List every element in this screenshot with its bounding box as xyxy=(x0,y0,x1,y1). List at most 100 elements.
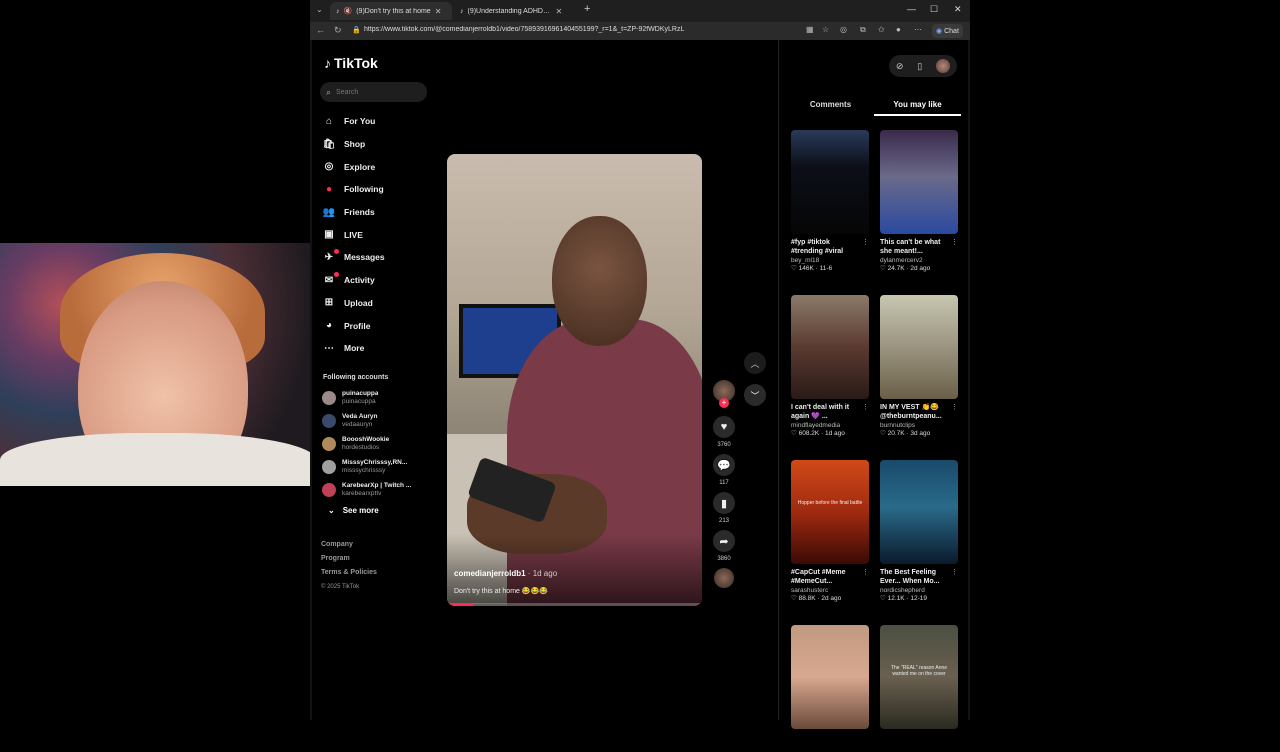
footer-link-company[interactable]: Company xyxy=(321,538,377,552)
card-title[interactable]: I can't deal with it again 💜 ... xyxy=(791,403,869,421)
card-title[interactable]: This can't be what she meant!... xyxy=(880,238,958,256)
more-options-icon[interactable]: ⋮ xyxy=(951,238,958,246)
menu-dots-icon[interactable]: ⋯ xyxy=(914,25,922,34)
save-button[interactable]: ▮ xyxy=(713,492,735,514)
video-author[interactable]: comedianjerroldb1 · 1d ago xyxy=(454,569,557,578)
card-title[interactable]: IN MY VEST 👏😂 @theburntpeanu... xyxy=(880,403,958,421)
video-thumbnail[interactable] xyxy=(791,130,869,234)
video-thumbnail[interactable]: The "REAL" reason Anne wanted me on the … xyxy=(880,625,958,729)
more-options-icon[interactable]: ⋮ xyxy=(951,403,958,411)
sidebar-item-more[interactable]: ⋯ More xyxy=(322,337,442,360)
sound-disc-icon[interactable] xyxy=(714,568,734,588)
tab-dont-try[interactable]: ♪ 🔇 (9)Don't try this at home ✕ xyxy=(330,2,452,20)
more-options-icon[interactable]: ⋮ xyxy=(862,568,869,576)
card-title[interactable]: The Best Feeling Ever... When Mo... xyxy=(880,568,958,586)
card-title[interactable] xyxy=(880,733,958,751)
tiktok-logo[interactable]: ♪ TikTok xyxy=(324,55,378,71)
apps-icon[interactable]: ▦ xyxy=(806,25,814,34)
footer-link-terms[interactable]: Terms & Policies xyxy=(321,566,377,580)
recommended-video-card[interactable]: The "REAL" reason Anne wanted me on the … xyxy=(880,625,958,752)
previous-video-button[interactable]: ︿ xyxy=(744,352,766,374)
recommended-video-card[interactable]: #fyp #tiktok #trending #viral ⋮ bey_ml18 ♡ … xyxy=(791,130,869,272)
video-progress-bar[interactable] xyxy=(447,603,702,606)
maximize-icon[interactable]: ☐ xyxy=(930,4,938,15)
next-video-button[interactable]: ﹀ xyxy=(744,384,766,406)
sidebar-item-activity[interactable]: ✉ Activity xyxy=(322,269,442,292)
comment-button[interactable]: 💬 xyxy=(713,454,735,476)
sidebar-item-live[interactable]: ▣ LIVE xyxy=(322,223,442,246)
like-button[interactable]: ♥ xyxy=(713,416,735,438)
tab-understanding-adhd[interactable]: ♪ (9)Understanding ADHD with Hum ✕ xyxy=(454,2,574,20)
device-icon[interactable]: ▯ xyxy=(917,61,922,72)
extension-icon[interactable]: ◎ xyxy=(840,25,847,34)
account-username: puinacuppa xyxy=(342,397,376,405)
sidebar-item-profile[interactable]: ◕ Profile xyxy=(322,314,442,337)
card-author[interactable]: dylanmercerv2 xyxy=(880,257,958,264)
new-tab-icon[interactable]: + xyxy=(584,3,590,15)
get-coins-icon[interactable]: ⊘ xyxy=(896,61,904,72)
profile-avatar-icon[interactable]: ● xyxy=(896,25,901,34)
more-options-icon[interactable]: ⋮ xyxy=(862,403,869,411)
following-account[interactable]: KarebearXp | Twitch ... karebearxpttv xyxy=(322,478,430,501)
card-author[interactable]: mindflayedmedia xyxy=(791,422,869,429)
recommended-video-card[interactable]: I can't deal with it again 💜 ... ⋮ mindfla… xyxy=(791,295,869,437)
video-thumbnail[interactable]: Hopper before the final battle xyxy=(791,460,869,564)
recommended-video-card[interactable]: The Best Feeling Ever... When Mo... ⋮ nord… xyxy=(880,460,958,602)
sidebar-item-messages[interactable]: ✈ Messages xyxy=(322,246,442,269)
card-author[interactable]: burnnutclips xyxy=(880,422,958,429)
card-author[interactable]: bey_ml18 xyxy=(791,257,869,264)
following-account[interactable]: MisssyChrisssy,RN... misssychrisssy xyxy=(322,455,430,478)
avatar xyxy=(322,436,336,451)
search-input[interactable]: ⌕ Search xyxy=(320,82,427,102)
favorite-star-icon[interactable]: ☆ xyxy=(822,25,829,34)
following-account[interactable]: puinacuppa puinacuppa xyxy=(322,386,430,409)
url-field[interactable]: https://www.tiktok.com/@comedianjerroldb… xyxy=(364,26,804,33)
see-more-button[interactable]: ⌄ See more xyxy=(328,506,379,515)
mute-icon[interactable]: 🔇 xyxy=(344,7,353,15)
tab-list-icon[interactable]: ⌄ xyxy=(316,5,323,14)
recommended-video-card[interactable] xyxy=(791,625,869,752)
card-title[interactable]: #CapCut #Meme #MemeCut... xyxy=(791,568,869,586)
share-button[interactable]: ➦ xyxy=(713,530,735,552)
close-tab-icon[interactable]: ✕ xyxy=(556,7,563,16)
more-options-icon[interactable]: ⋮ xyxy=(862,238,869,246)
favorites-icon[interactable]: ✩ xyxy=(878,25,885,34)
card-author[interactable]: nordicshepherd xyxy=(880,587,958,594)
follow-plus-icon[interactable]: + xyxy=(719,398,729,408)
split-screen-icon[interactable]: ⧉ xyxy=(860,25,866,35)
video-thumbnail[interactable] xyxy=(880,295,958,399)
video-player[interactable]: comedianjerroldb1 · 1d ago Don't try thi… xyxy=(447,154,702,606)
following-account[interactable]: Veda Auryn vedaauryn xyxy=(322,409,430,432)
lock-icon[interactable]: 🔒 xyxy=(352,26,361,34)
recommended-video-card[interactable]: This can't be what she meant!... ⋮ dylanme… xyxy=(880,130,958,272)
comment-count: 117 xyxy=(719,480,729,486)
recommended-video-card[interactable]: IN MY VEST 👏😂 @theburntpeanu... ⋮ burnnutc… xyxy=(880,295,958,437)
creator-avatar[interactable]: + xyxy=(713,380,735,408)
sidebar-item-friends[interactable]: 👥 Friends xyxy=(322,201,442,224)
tab-you-may-like[interactable]: You may like xyxy=(874,100,961,116)
minimize-icon[interactable]: — xyxy=(907,4,916,14)
copilot-chat-button[interactable]: ◉ Chat xyxy=(932,24,963,38)
card-title[interactable] xyxy=(791,733,869,751)
sidebar-item-explore[interactable]: ◎ Explore xyxy=(322,155,442,178)
video-thumbnail[interactable] xyxy=(880,460,958,564)
video-thumbnail[interactable] xyxy=(791,295,869,399)
user-avatar[interactable] xyxy=(936,59,951,73)
sidebar-item-for-you[interactable]: ⌂ For You xyxy=(322,110,442,133)
close-tab-icon[interactable]: ✕ xyxy=(435,7,442,16)
tab-comments[interactable]: Comments xyxy=(787,100,874,116)
video-thumbnail[interactable] xyxy=(880,130,958,234)
refresh-icon[interactable]: ↻ xyxy=(334,25,342,36)
card-author[interactable]: sarashusterc xyxy=(791,587,869,594)
more-options-icon[interactable]: ⋮ xyxy=(951,568,958,576)
footer-link-program[interactable]: Program xyxy=(321,552,377,566)
close-window-icon[interactable]: ✕ xyxy=(954,4,962,15)
sidebar-item-following[interactable]: ● Following xyxy=(322,178,442,201)
recommended-video-card[interactable]: Hopper before the final battle #CapCut #M… xyxy=(791,460,869,602)
sidebar-item-shop[interactable]: 🛍 Shop xyxy=(322,133,442,156)
following-account[interactable]: BoooshWookie hordestudios xyxy=(322,432,430,455)
sidebar-item-upload[interactable]: ⊞ Upload xyxy=(322,292,442,315)
card-title[interactable]: #fyp #tiktok #trending #viral xyxy=(791,238,869,256)
video-thumbnail[interactable] xyxy=(791,625,869,729)
back-icon[interactable]: ← xyxy=(316,25,325,35)
